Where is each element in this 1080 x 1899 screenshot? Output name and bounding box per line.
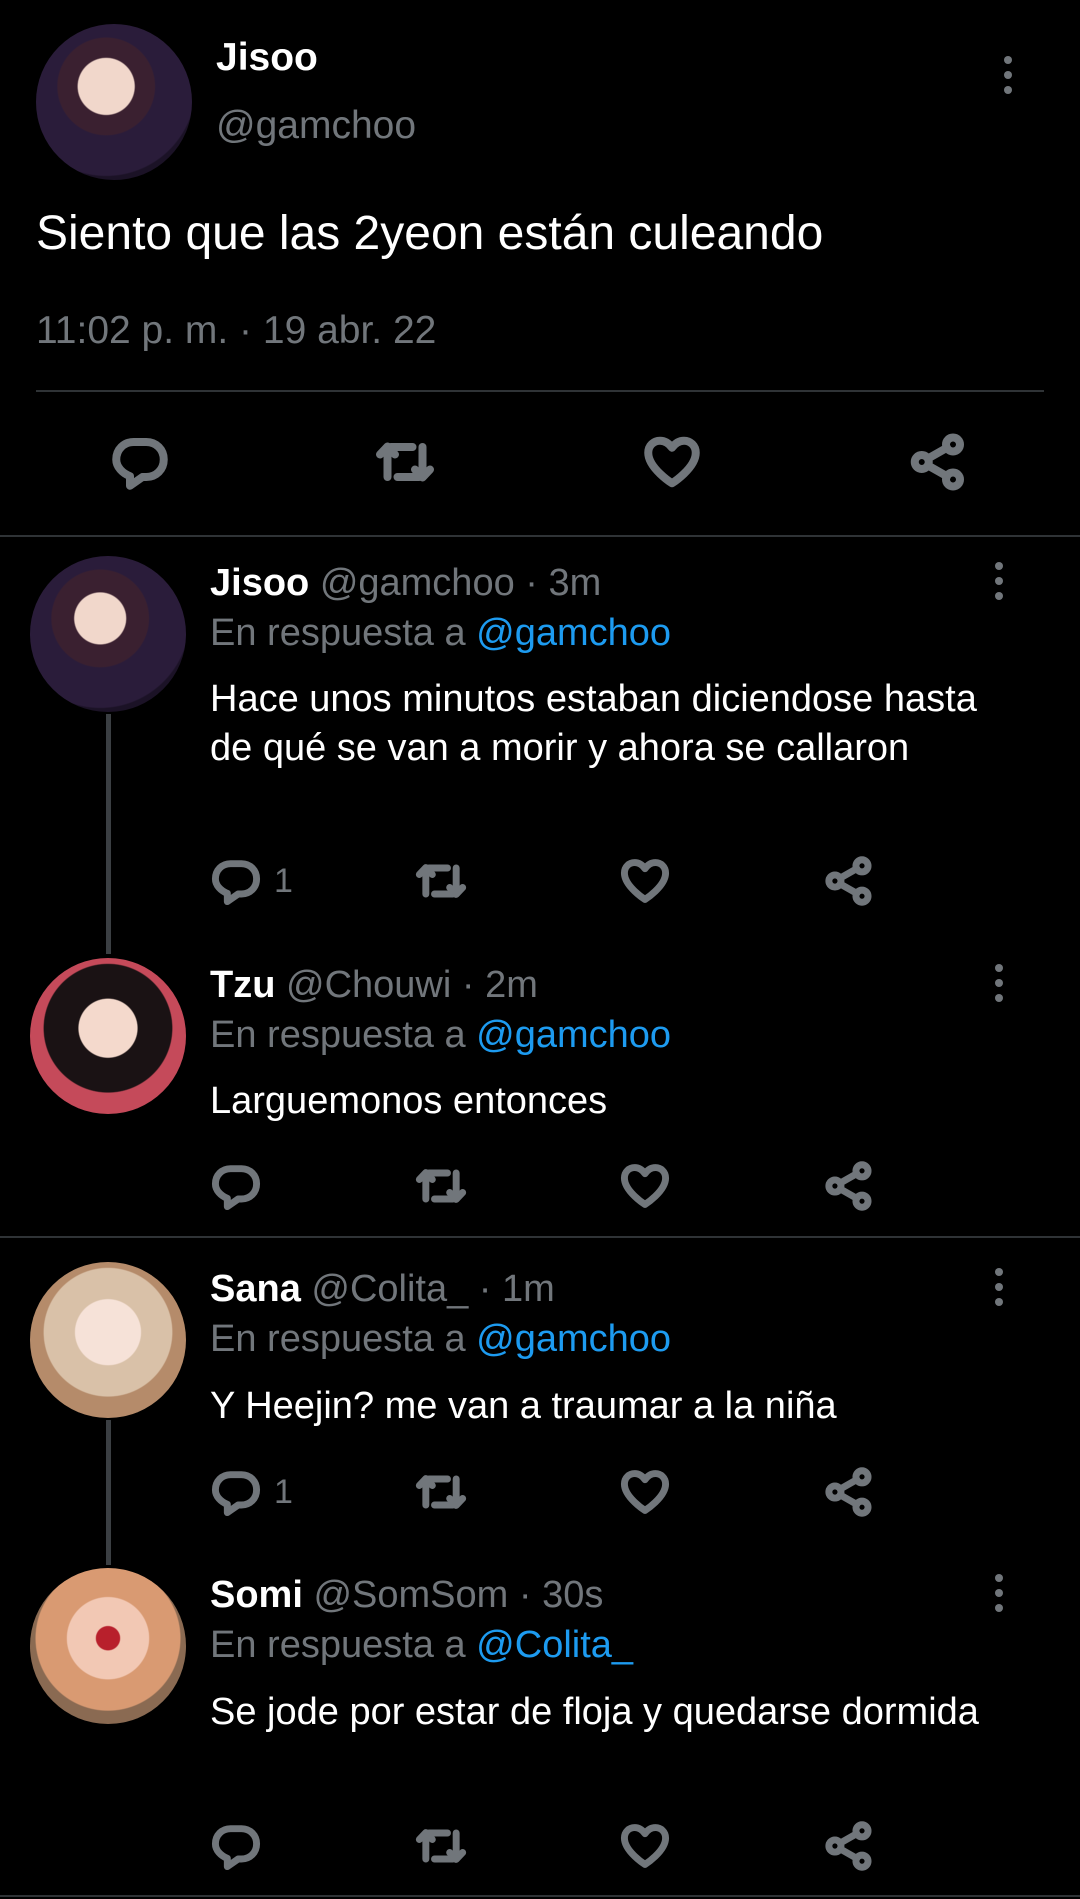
like-icon[interactable]	[619, 1466, 671, 1518]
mention-link[interactable]: @gamchoo	[476, 612, 671, 654]
reply-count: 1	[274, 862, 293, 900]
mention-link[interactable]: @gamchoo	[476, 1014, 671, 1056]
reply-icon[interactable]	[210, 1820, 262, 1872]
in-reply-label: En respuesta a	[210, 612, 466, 654]
display-name[interactable]: Sana	[210, 1268, 301, 1310]
reply-text: Se jode por estar de floja y quedarse do…	[210, 1691, 979, 1733]
display-name[interactable]: Somi	[210, 1574, 303, 1616]
divider	[0, 1236, 1080, 1238]
more-options-icon[interactable]	[992, 1573, 1006, 1613]
retweet-icon[interactable]	[375, 432, 435, 492]
reply-icon[interactable]	[210, 1466, 262, 1518]
thread-line	[106, 714, 111, 954]
more-options-icon[interactable]	[992, 561, 1006, 601]
avatar[interactable]	[30, 1262, 186, 1418]
share-icon[interactable]	[823, 855, 875, 907]
divider	[0, 535, 1080, 537]
mention-link[interactable]: @gamchoo	[476, 1318, 671, 1360]
reply-icon[interactable]	[210, 1160, 262, 1212]
handle-time[interactable]: @SomSom · 30s	[313, 1574, 603, 1616]
handle-time[interactable]: @Colita_ · 1m	[311, 1268, 554, 1310]
like-icon[interactable]	[619, 1820, 671, 1872]
tweet-text: Siento que las 2yeon están culeando	[36, 207, 824, 260]
in-reply-label: En respuesta a	[210, 1318, 466, 1360]
retweet-icon[interactable]	[415, 1160, 467, 1212]
share-icon[interactable]	[823, 1160, 875, 1212]
reply-icon[interactable]	[210, 855, 262, 907]
reply-text: Hace unos minutos estaban diciendose has…	[210, 678, 977, 769]
like-icon[interactable]	[619, 1160, 671, 1212]
retweet-icon[interactable]	[415, 1466, 467, 1518]
avatar[interactable]	[30, 556, 186, 712]
avatar[interactable]	[30, 958, 186, 1114]
mention-link[interactable]: @Colita_	[476, 1624, 633, 1666]
share-icon[interactable]	[823, 1820, 875, 1872]
divider	[0, 1895, 1080, 1897]
handle-time[interactable]: @Chouwi · 2m	[286, 964, 538, 1006]
display-name[interactable]: Jisoo	[216, 36, 318, 80]
reply-text: Larguemonos entonces	[210, 1080, 608, 1122]
avatar[interactable]	[30, 1568, 186, 1724]
like-icon[interactable]	[642, 432, 702, 492]
more-options-icon[interactable]	[992, 963, 1006, 1003]
share-icon[interactable]	[823, 1466, 875, 1518]
handle[interactable]: @gamchoo	[216, 104, 416, 148]
reply-count: 1	[274, 1473, 293, 1511]
timestamp: 11:02 p. m. · 19 abr. 22	[36, 309, 437, 352]
divider	[36, 390, 1044, 392]
in-reply-label: En respuesta a	[210, 1624, 466, 1666]
share-icon[interactable]	[908, 432, 968, 492]
more-options-icon[interactable]	[1001, 55, 1015, 95]
avatar[interactable]	[36, 24, 192, 180]
in-reply-label: En respuesta a	[210, 1014, 466, 1056]
like-icon[interactable]	[619, 855, 671, 907]
reply-text: Y Heejin? me van a traumar a la niña	[210, 1385, 837, 1427]
retweet-icon[interactable]	[415, 855, 467, 907]
reply-icon[interactable]	[110, 432, 170, 492]
thread-line	[106, 1420, 111, 1565]
retweet-icon[interactable]	[415, 1820, 467, 1872]
more-options-icon[interactable]	[992, 1267, 1006, 1307]
display-name[interactable]: Jisoo	[210, 562, 309, 604]
display-name[interactable]: Tzu	[210, 964, 275, 1006]
handle-time[interactable]: @gamchoo · 3m	[320, 562, 601, 604]
